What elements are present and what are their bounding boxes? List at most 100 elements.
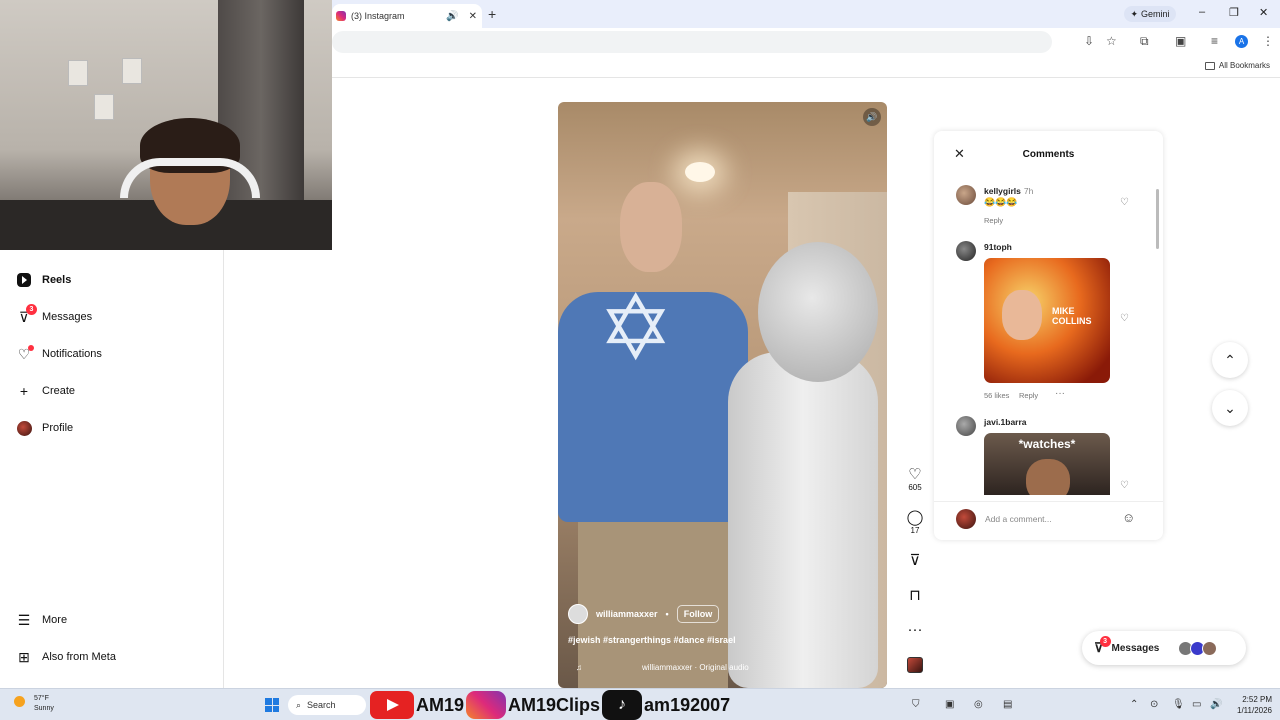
like-button[interactable]: ♡ 605 bbox=[903, 466, 927, 493]
comment-icon: ◯ bbox=[906, 509, 924, 526]
gemini-label: Gemini bbox=[1141, 9, 1170, 19]
tiktok-logo-icon: ♪ bbox=[602, 690, 643, 720]
instagram-sidebar: Reels ⊽ 3 Messages ♡ Notifications + Crea… bbox=[0, 250, 224, 688]
search-icon: ⌕ bbox=[296, 699, 302, 710]
minimize-button[interactable]: – bbox=[1199, 6, 1205, 18]
comment-more-icon[interactable]: ··· bbox=[1055, 388, 1065, 399]
chevron-up-icon[interactable]: ⌃ bbox=[1130, 699, 1138, 710]
video-man-head bbox=[620, 182, 682, 272]
headset bbox=[120, 158, 260, 198]
sidebar-item-messages[interactable]: ⊽ 3 Messages bbox=[16, 304, 92, 325]
microphone-icon[interactable]: 🎙 bbox=[1172, 699, 1185, 710]
overlay-text-2: AM19Clips bbox=[508, 694, 601, 715]
instagram-favicon-icon bbox=[336, 11, 346, 21]
close-tab-icon[interactable]: ✕ bbox=[469, 11, 477, 22]
extensions-icon[interactable]: ⧉ bbox=[1140, 34, 1149, 49]
avatar[interactable] bbox=[956, 241, 976, 261]
browser-profile-avatar[interactable]: A bbox=[1235, 35, 1248, 48]
restore-button[interactable]: ❐ bbox=[1229, 6, 1239, 19]
windows-start-icon[interactable] bbox=[265, 698, 279, 712]
sidebar-item-also-from-meta[interactable]: ⊞ Also from Meta bbox=[16, 649, 116, 665]
sidebar-item-reels[interactable]: Reels bbox=[16, 272, 71, 288]
taskbar-clock[interactable]: 2:52 PM 1/11/2026 bbox=[1228, 694, 1272, 716]
comments-title: Comments bbox=[1022, 149, 1075, 160]
new-tab-button[interactable]: + bbox=[488, 6, 496, 22]
display-icon[interactable]: ▭ bbox=[1192, 699, 1201, 710]
add-comment-field[interactable]: Add a comment... bbox=[956, 508, 1142, 530]
chrome-icon[interactable]: ◎ bbox=[974, 699, 983, 710]
share-button[interactable]: ⊽ bbox=[903, 553, 927, 569]
heart-icon[interactable]: ♡ bbox=[1120, 313, 1129, 324]
comment-image[interactable]: *watches* bbox=[984, 433, 1110, 495]
previous-reel-button[interactable]: ⌃ bbox=[1212, 342, 1248, 378]
gemini-button[interactable]: ✦ Gemini bbox=[1124, 6, 1176, 22]
comments-scrollbar[interactable] bbox=[1156, 189, 1159, 249]
sidebar-item-label: Also from Meta bbox=[42, 651, 116, 663]
more-options-button[interactable]: ··· bbox=[903, 622, 927, 638]
volume-icon[interactable]: 🔊 bbox=[1210, 699, 1222, 710]
sidebar-item-label: Notifications bbox=[42, 348, 102, 360]
stream-overlay-banner: AM19 AM19Clips ♪ am192007 bbox=[370, 690, 730, 720]
emoji-icon[interactable]: ☺ bbox=[1122, 510, 1135, 525]
username[interactable]: kellygirls bbox=[984, 186, 1021, 196]
reel-audio[interactable]: ♫ williammaxxer · Original audio bbox=[568, 658, 877, 676]
messages-badge: 3 bbox=[1099, 636, 1111, 647]
sidebar-item-notifications[interactable]: ♡ Notifications bbox=[16, 345, 102, 362]
weather-widget[interactable]: 57°F Sunny bbox=[14, 694, 54, 714]
video-baby-head bbox=[758, 242, 878, 382]
author-avatar[interactable] bbox=[568, 604, 588, 624]
messages-icon: ⊽ 3 bbox=[1094, 636, 1111, 656]
install-app-icon[interactable]: ⇩ bbox=[1084, 34, 1094, 48]
app-icon[interactable]: ▣ bbox=[945, 699, 954, 710]
heart-icon: ♡ bbox=[908, 466, 922, 483]
sidebar-item-label: Reels bbox=[42, 274, 72, 286]
comment-username[interactable]: 91toph bbox=[984, 242, 1012, 252]
reply-button[interactable]: Reply bbox=[984, 216, 1003, 225]
browser-menu-icon[interactable]: ⋮ bbox=[1262, 34, 1274, 48]
comment-username[interactable]: javi.1barra bbox=[984, 417, 1027, 427]
media-controls-icon[interactable]: ≡ bbox=[1211, 34, 1218, 48]
all-bookmarks-button[interactable]: All Bookmarks bbox=[1204, 61, 1270, 70]
save-button[interactable]: ⊓ bbox=[903, 588, 927, 604]
browser-tab-instagram[interactable]: (3) Instagram 🔊 ✕ bbox=[332, 4, 482, 28]
next-reel-button[interactable]: ⌄ bbox=[1212, 390, 1248, 426]
messages-pill[interactable]: ⊽ 3 Messages bbox=[1082, 631, 1246, 665]
network-icon[interactable]: ⊙ bbox=[1150, 699, 1158, 710]
comment-likes[interactable]: 56 likes bbox=[984, 391, 1009, 400]
reel-caption[interactable]: #jewish #strangerthings #dance #israel bbox=[568, 635, 736, 645]
reel-video[interactable]: ✡ 🔊 williammaxxer • Follow #jewish #stra… bbox=[558, 102, 887, 688]
avatar bbox=[1202, 640, 1218, 656]
reels-icon bbox=[16, 272, 32, 288]
chevron-down-icon: ⌄ bbox=[1224, 399, 1236, 416]
avatar[interactable] bbox=[956, 185, 976, 205]
video-baby-body bbox=[728, 352, 878, 688]
shield-icon[interactable]: ⛉ bbox=[912, 699, 920, 710]
url-input[interactable] bbox=[332, 31, 1052, 53]
taskbar-search[interactable]: ⌕ Search bbox=[288, 695, 366, 715]
sidepanel-icon[interactable]: ▣ bbox=[1175, 34, 1186, 48]
audio-thumbnail[interactable] bbox=[907, 657, 923, 673]
volume-icon[interactable]: 🔊 bbox=[863, 108, 881, 126]
clock-time: 2:52 PM bbox=[1242, 695, 1272, 704]
heart-icon[interactable]: ♡ bbox=[1120, 480, 1129, 491]
reply-button[interactable]: Reply bbox=[1019, 391, 1038, 400]
author-username[interactable]: williammaxxer bbox=[596, 609, 658, 619]
sidebar-item-create[interactable]: + Create bbox=[16, 383, 75, 399]
comment-username[interactable]: kellygirls 7h bbox=[984, 186, 1033, 196]
sidebar-item-more[interactable]: ☰ More bbox=[16, 612, 67, 628]
follow-button[interactable]: Follow bbox=[676, 605, 720, 623]
avatar[interactable] bbox=[956, 416, 976, 436]
star-of-david-icon: ✡ bbox=[598, 279, 674, 379]
sidebar-item-profile[interactable]: Profile bbox=[16, 420, 73, 436]
app-icon[interactable]: ▤ bbox=[1003, 699, 1012, 710]
close-window-button[interactable]: ✕ bbox=[1259, 6, 1268, 19]
search-label: Search bbox=[307, 700, 336, 710]
comment-image[interactable]: MIKE COLLINS bbox=[984, 258, 1110, 383]
image-face bbox=[1026, 459, 1070, 495]
heart-icon[interactable]: ♡ bbox=[1120, 197, 1129, 208]
comment-button[interactable]: ◯ 17 bbox=[903, 509, 927, 536]
windows-taskbar: 57°F Sunny ⌕ Search AM19 AM19Clips ♪ am1… bbox=[0, 688, 1280, 720]
clock-date: 1/11/2026 bbox=[1237, 706, 1272, 715]
bookmark-star-icon[interactable]: ☆ bbox=[1106, 34, 1117, 48]
speaker-icon[interactable]: 🔊 bbox=[446, 11, 458, 22]
